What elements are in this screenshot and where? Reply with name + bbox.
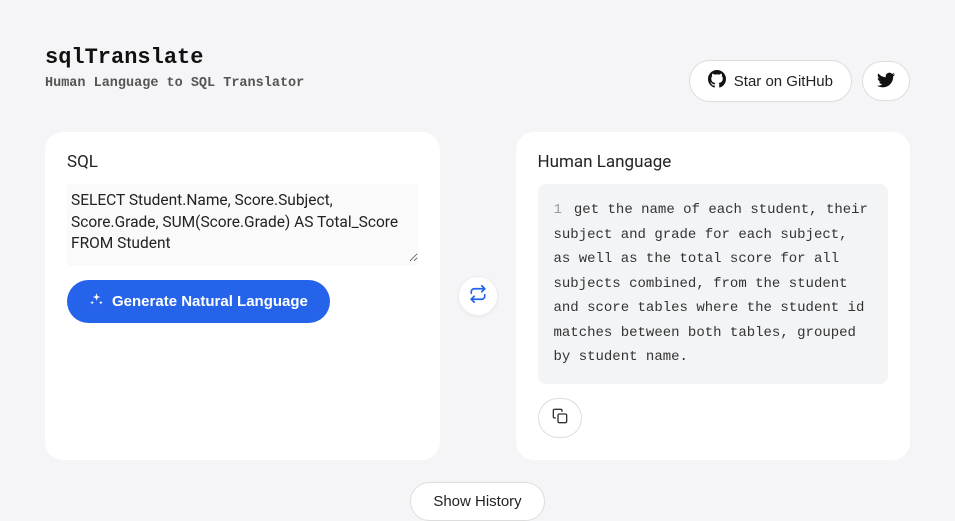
swap-button[interactable] bbox=[458, 276, 498, 316]
sql-title: SQL bbox=[67, 152, 418, 172]
output-box: 1get the name of each student, their sub… bbox=[538, 184, 889, 384]
sql-input[interactable] bbox=[67, 184, 418, 262]
human-card: Human Language 1get the name of each stu… bbox=[516, 132, 911, 460]
show-history-button[interactable]: Show History bbox=[410, 482, 544, 521]
copy-button[interactable] bbox=[538, 398, 582, 438]
github-icon bbox=[708, 70, 726, 92]
copy-icon bbox=[552, 408, 568, 427]
output-text: get the name of each student, their subj… bbox=[554, 202, 868, 365]
app-logo: sqlTranslate bbox=[45, 45, 304, 70]
generate-label: Generate Natural Language bbox=[112, 293, 308, 310]
star-github-button[interactable]: Star on GitHub bbox=[689, 60, 852, 102]
sparkle-icon bbox=[89, 292, 104, 311]
title-block: sqlTranslate Human Language to SQL Trans… bbox=[45, 45, 304, 91]
sql-card: SQL Generate Natural Language bbox=[45, 132, 440, 460]
twitter-icon bbox=[877, 71, 895, 92]
human-title: Human Language bbox=[538, 152, 889, 172]
star-github-label: Star on GitHub bbox=[734, 73, 833, 90]
line-number: 1 bbox=[554, 202, 562, 218]
app-subtitle: Human Language to SQL Translator bbox=[45, 76, 304, 91]
generate-button[interactable]: Generate Natural Language bbox=[67, 280, 330, 323]
swap-icon bbox=[469, 285, 487, 306]
twitter-button[interactable] bbox=[862, 61, 910, 101]
